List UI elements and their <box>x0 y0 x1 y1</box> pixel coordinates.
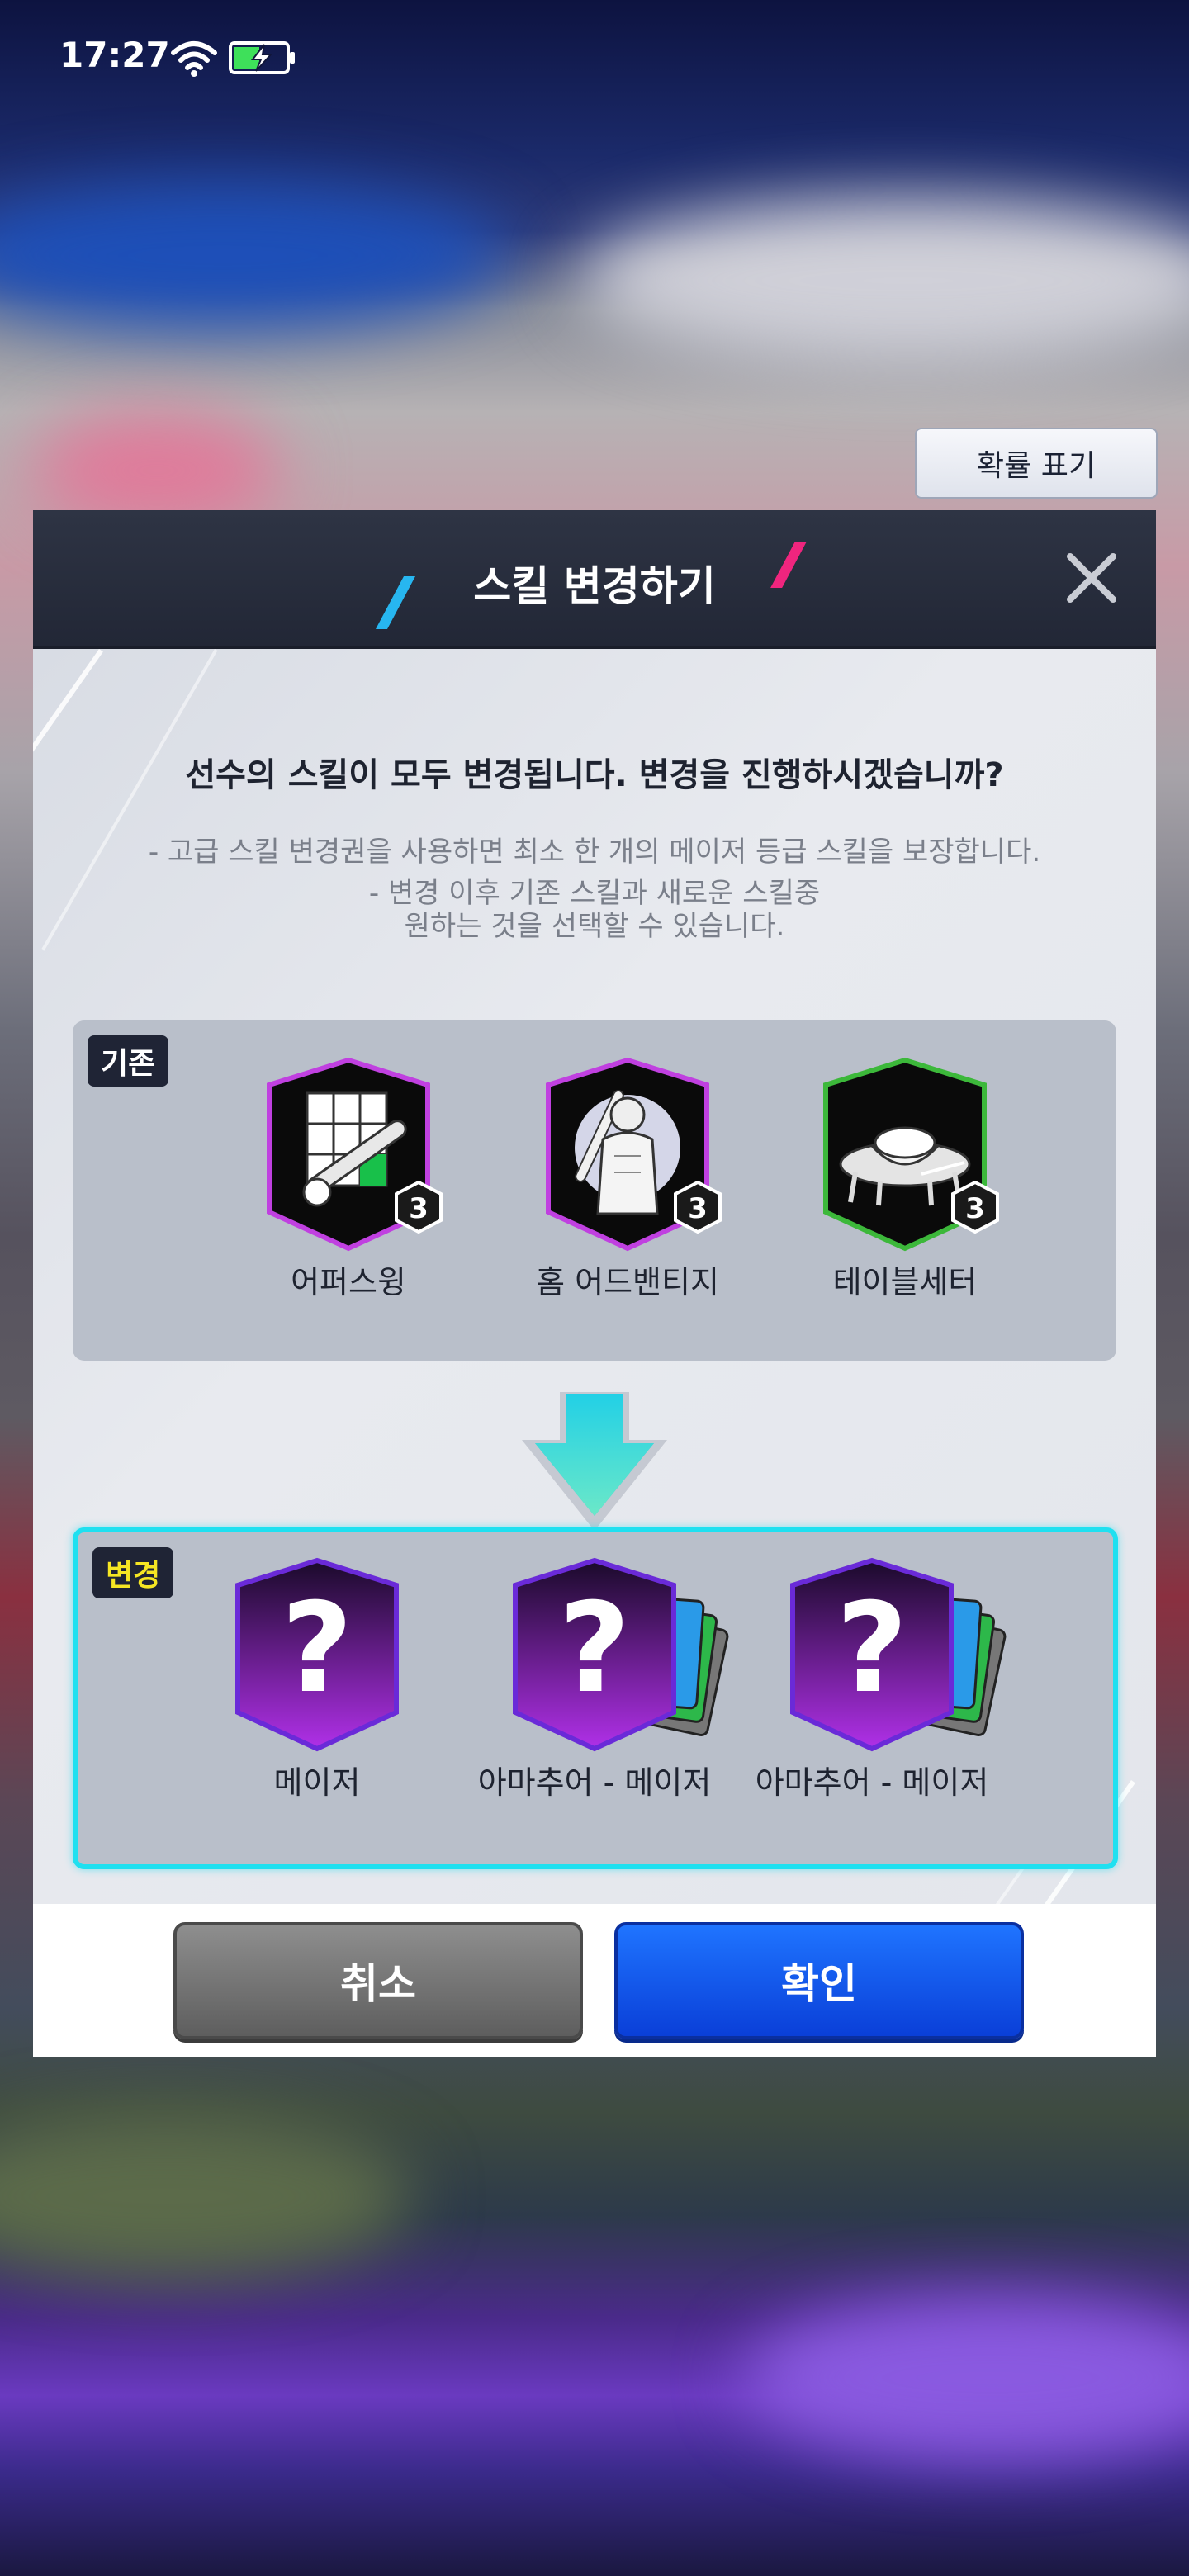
svg-text:3: 3 <box>409 1192 429 1225</box>
level-badge: 3 <box>951 1181 999 1234</box>
svg-text:?: ? <box>836 1577 907 1721</box>
svg-text:3: 3 <box>965 1192 985 1225</box>
dialog-header: 스킬 변경하기 <box>33 510 1156 649</box>
level-badge: 3 <box>395 1181 443 1234</box>
skill-name: 아마추어 - 메이저 <box>755 1764 989 1801</box>
dialog-footer: 취소 확인 <box>33 1904 1156 2057</box>
status-bar: 17:27 <box>0 0 1189 116</box>
skill-name: 홈 어드밴티지 <box>536 1264 719 1300</box>
question-mark-icon: ? <box>235 1557 399 1752</box>
skill-name: 아마추어 - 메이저 <box>477 1764 712 1801</box>
selection-note: - 변경 이후 기존 스킬과 새로운 스킬중 원하는 것을 선택할 수 있습니다… <box>33 877 1156 943</box>
current-skills-panel: 기존 3 어퍼스윙 3 홈 어드밴티지 3 테이블세터 <box>73 1020 1116 1361</box>
skill-name: 어퍼스윙 <box>291 1264 406 1300</box>
guarantee-note: - 고급 스킬 변경권을 사용하면 최소 한 개의 메이저 등급 스킬을 보장합… <box>148 836 1041 869</box>
question-mark-stack-icon: ? <box>513 1557 729 1752</box>
probability-display-label: 확률 표기 <box>977 449 1096 483</box>
question-mark-stack-icon: ? <box>790 1557 1007 1752</box>
changed-skills-panel: 변경 ? 메이저 ? 아마추어 - 메이저 ? 아마추어 - 메이저 <box>73 1527 1118 1869</box>
status-time: 17:27 <box>59 35 170 75</box>
confirm-label: 확인 <box>781 1960 857 2008</box>
wifi-icon <box>171 41 217 77</box>
current-skill-3[interactable]: 3 테이블세터 <box>781 1057 1029 1302</box>
battery-charging-icon <box>229 41 295 74</box>
dialog-title: 스킬 변경하기 <box>473 562 716 610</box>
changed-skill-1[interactable]: ? 메이저 <box>193 1557 441 1802</box>
changed-tag: 변경 <box>92 1547 174 1598</box>
changed-skill-3[interactable]: ? 아마추어 - 메이저 <box>748 1557 1007 1802</box>
close-icon[interactable] <box>1059 545 1125 611</box>
confirm-button[interactable]: 확인 <box>614 1922 1024 2039</box>
current-tag: 기존 <box>88 1035 169 1087</box>
skill-change-dialog: 스킬 변경하기 선수의 스킬이 모두 변경됩니다. 변경을 진행하시겠습니까? … <box>33 510 1156 2057</box>
probability-display-button[interactable]: 확률 표기 <box>915 428 1158 499</box>
cancel-button[interactable]: 취소 <box>173 1922 583 2039</box>
arrow-down-icon <box>522 1392 667 1531</box>
current-skill-1[interactable]: 3 어퍼스윙 <box>225 1057 472 1302</box>
confirmation-question: 선수의 스킬이 모두 변경됩니다. 변경을 진행하시겠습니까? <box>185 756 1004 794</box>
cancel-label: 취소 <box>340 1960 416 2008</box>
skill-name: 메이저 <box>273 1764 361 1801</box>
selection-note-line1: - 변경 이후 기존 스킬과 새로운 스킬중 <box>368 877 821 910</box>
level-badge: 3 <box>674 1181 722 1234</box>
changed-skill-2[interactable]: ? 아마추어 - 메이저 <box>471 1557 729 1802</box>
skill-name: 테이블세터 <box>832 1264 978 1300</box>
svg-text:?: ? <box>558 1577 630 1721</box>
svg-text:?: ? <box>281 1577 353 1721</box>
dialog-body: 선수의 스킬이 모두 변경됩니다. 변경을 진행하시겠습니까? - 고급 스킬 … <box>33 649 1156 1904</box>
current-skill-2[interactable]: 3 홈 어드밴티지 <box>504 1057 751 1302</box>
selection-note-line2: 원하는 것을 선택할 수 있습니다. <box>404 910 785 943</box>
svg-text:3: 3 <box>688 1192 708 1225</box>
